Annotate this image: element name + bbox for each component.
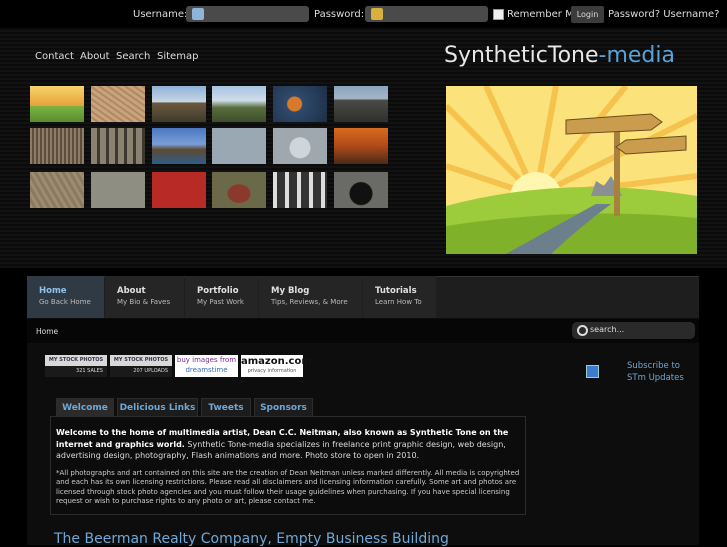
nav-search[interactable]: Search (116, 51, 150, 62)
site-logo[interactable]: SyntheticTone-media (444, 43, 675, 68)
search-input[interactable]: search... (572, 322, 695, 339)
thumbnail-handprint[interactable] (273, 128, 327, 164)
breadcrumb[interactable]: Home (36, 327, 58, 336)
thumbnail-city-river[interactable] (152, 128, 206, 164)
remember-me-checkbox[interactable] (493, 9, 504, 20)
thumbnail-columns[interactable] (91, 128, 145, 164)
rss-icon[interactable] (586, 365, 599, 378)
subscribe-link[interactable]: Subscribe to STm Updates (627, 360, 697, 384)
menu-about[interactable]: About My Bio & Faves (105, 276, 184, 318)
menu-home[interactable]: Home Go Back Home (27, 276, 104, 318)
welcome-text: Welcome to the home of multimedia artist… (56, 428, 509, 460)
menu-portfolio[interactable]: Portfolio My Past Work (185, 276, 258, 318)
copyright-note: *All photographs and art contained on th… (56, 469, 520, 505)
thumbnail-street[interactable] (152, 86, 206, 122)
thumbnail-leaf[interactable] (273, 86, 327, 122)
password-label: Password: (314, 9, 365, 20)
tab-tweets[interactable]: Tweets (201, 398, 251, 418)
user-icon (192, 8, 204, 20)
thumbnail-sand-writing[interactable] (212, 128, 266, 164)
thumbnail-concrete[interactable] (91, 172, 145, 208)
thumbnail-red-texture[interactable] (152, 172, 206, 208)
menu-tutorials[interactable]: Tutorials Learn How To (363, 276, 436, 318)
thumbnail-wood-grain[interactable] (30, 128, 84, 164)
welcome-panel: Welcome to the home of multimedia artist… (50, 416, 526, 515)
thumbnail-rust[interactable] (334, 128, 388, 164)
password-field[interactable] (365, 6, 488, 22)
stock-photos-sales-badge[interactable]: MY STOCK PHOTOS 321 SALES (45, 355, 107, 377)
thumbnail-fabric[interactable] (30, 172, 84, 208)
menu-my-blog[interactable]: My Blog Tips, Reviews, & More (259, 276, 362, 318)
thumbnail-tunnel[interactable] (334, 172, 388, 208)
hero-signpost-illustration (446, 86, 697, 254)
thumbnail-bridge[interactable] (212, 86, 266, 122)
username-label: Username: (133, 9, 188, 20)
nav-about[interactable]: About (80, 51, 110, 62)
amazon-badge[interactable]: amazon.com privacy information (241, 355, 312, 377)
remember-me-label: Remember Me (507, 9, 580, 20)
dreamstime-badge[interactable]: buy images from dreamstime (175, 355, 238, 377)
lock-icon (371, 8, 383, 20)
thumbnail-rooftops[interactable] (334, 86, 388, 122)
tab-sponsors[interactable]: Sponsors (254, 398, 313, 418)
thumbnail-windows[interactable] (273, 172, 327, 208)
thumbnail-cracked-earth[interactable] (91, 86, 145, 122)
nav-sitemap[interactable]: Sitemap (157, 51, 198, 62)
forgot-links[interactable]: Password? Username? (608, 9, 719, 20)
username-field[interactable] (186, 6, 309, 22)
login-button[interactable]: Login (571, 6, 604, 23)
nav-contact[interactable]: Contact (35, 51, 74, 62)
stock-photos-uploads-badge[interactable]: MY STOCK PHOTOS 207 UPLOADS (110, 355, 172, 377)
thumbnail-football[interactable] (212, 172, 266, 208)
thumbnail-signpost[interactable] (30, 86, 84, 122)
search-icon (577, 325, 588, 336)
tab-welcome[interactable]: Welcome (56, 398, 114, 418)
tab-delicious-links[interactable]: Delicious Links (117, 398, 198, 418)
